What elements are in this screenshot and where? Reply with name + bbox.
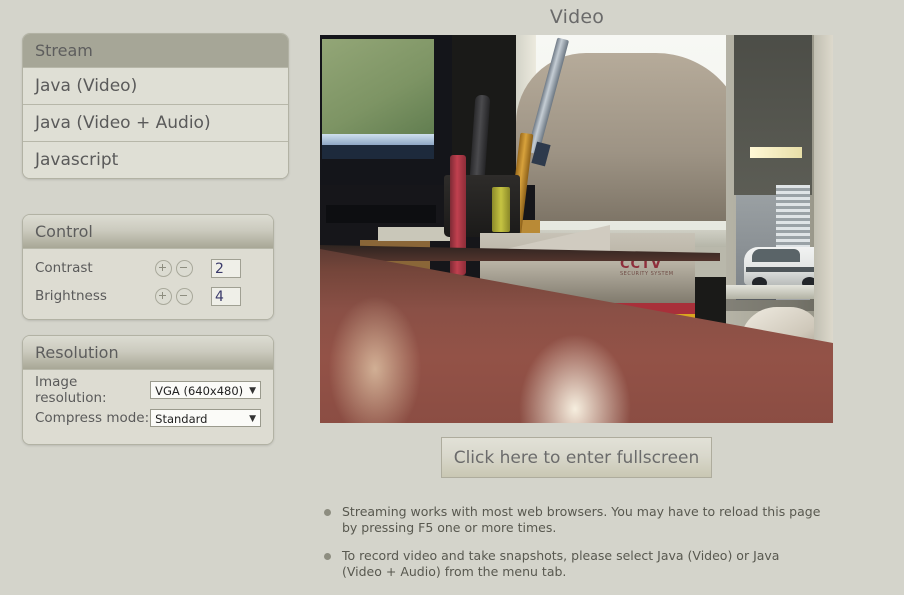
compress-mode-row: Compress mode: Standard ▼ <box>23 406 273 430</box>
cctv-box-sublabel: SECURITY SYSTEM <box>620 271 674 277</box>
resolution-panel-body: Image resolution: VGA (640x480) ▼ Compre… <box>23 370 273 444</box>
sidebar-item-java-video-audio[interactable]: Java (Video + Audio) <box>23 105 288 142</box>
brightness-decrease-icon[interactable] <box>176 287 193 305</box>
brightness-increase-icon[interactable] <box>155 287 172 305</box>
niche-light-strip <box>750 147 802 158</box>
compress-mode-selected-value: Standard <box>155 412 208 426</box>
image-resolution-label: Image resolution: <box>35 374 107 406</box>
bullet-icon <box>324 553 331 560</box>
resolution-panel: Resolution Image resolution: VGA (640x48… <box>22 335 274 445</box>
chevron-down-icon: ▼ <box>249 414 256 424</box>
note-item: To record video and take snapshots, plea… <box>322 548 822 580</box>
notes-list: Streaming works with most web browsers. … <box>322 504 822 592</box>
monitor-tray <box>322 145 434 159</box>
contrast-label: Contrast <box>35 260 93 276</box>
stream-panel-body: Java (Video) Java (Video + Audio) Javasc… <box>23 68 288 178</box>
note-text: Streaming works with most web browsers. … <box>342 504 821 535</box>
model-car-window <box>752 249 800 262</box>
note-text: To record video and take snapshots, plea… <box>342 548 780 579</box>
note-item: Streaming works with most web browsers. … <box>322 504 822 536</box>
image-resolution-select[interactable]: VGA (640x480) ▼ <box>150 381 261 399</box>
brightness-label: Brightness <box>35 288 107 304</box>
bullet-icon <box>324 509 331 516</box>
brightness-value-input[interactable]: 4 <box>211 286 241 306</box>
image-resolution-row: Image resolution: VGA (640x480) ▼ <box>23 374 273 406</box>
monitor-taskbar <box>322 134 434 145</box>
compress-mode-select[interactable]: Standard ▼ <box>150 409 261 427</box>
contrast-increase-icon[interactable] <box>155 259 172 277</box>
contrast-decrease-icon[interactable] <box>176 259 193 277</box>
stream-panel-header: Stream <box>23 34 288 68</box>
sidebar-item-javascript[interactable]: Javascript <box>23 142 288 178</box>
control-panel: Control Contrast 2 Brightness 4 <box>22 214 274 320</box>
brightness-row: Brightness 4 <box>23 283 273 309</box>
control-panel-header: Control <box>23 215 273 249</box>
pen-yellow <box>492 187 510 232</box>
control-panel-body: Contrast 2 Brightness 4 <box>23 249 273 319</box>
enter-fullscreen-button[interactable]: Click here to enter fullscreen <box>441 437 712 478</box>
resolution-panel-header: Resolution <box>23 336 273 370</box>
sidebar-item-java-video[interactable]: Java (Video) <box>23 68 288 105</box>
page-title: Video <box>549 6 605 28</box>
monitor-screen <box>322 39 434 145</box>
contrast-value-input[interactable]: 2 <box>211 258 241 278</box>
image-resolution-selected-value: VGA (640x480) <box>155 384 244 398</box>
chevron-down-icon: ▼ <box>249 386 256 396</box>
contrast-row: Contrast 2 <box>23 255 273 281</box>
compress-mode-label: Compress mode: <box>35 410 150 426</box>
monitor-stand <box>326 205 436 223</box>
shelf-niche-upper <box>734 35 812 195</box>
stream-panel: Stream Java (Video) Java (Video + Audio)… <box>22 33 289 179</box>
video-stream-view[interactable]: CCTV SECURITY SYSTEM DVR <box>320 35 833 423</box>
